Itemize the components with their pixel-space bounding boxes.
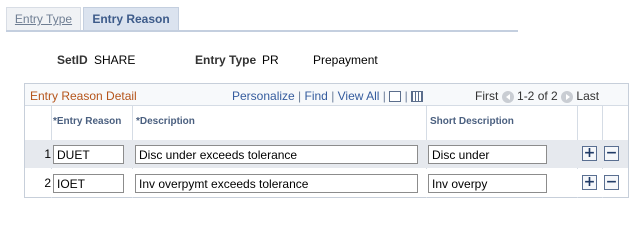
- view-all-link[interactable]: View All: [338, 89, 380, 103]
- grid-title: Entry Reason Detail: [30, 89, 137, 103]
- column-header-entry-reason[interactable]: *Entry Reason: [53, 116, 121, 127]
- column-header-description[interactable]: *Description: [136, 116, 195, 127]
- setid-label: SetID: [57, 53, 88, 67]
- description-input[interactable]: [135, 174, 418, 193]
- entry-reason-input[interactable]: [53, 145, 124, 164]
- download-grid-icon[interactable]: [411, 91, 424, 103]
- table-row: 1 + −: [25, 140, 628, 168]
- short-description-input[interactable]: [428, 174, 547, 193]
- tab-entry-type[interactable]: Entry Type: [6, 7, 81, 31]
- entry-type-label: Entry Type: [195, 53, 257, 67]
- table-row: 2 + −: [25, 169, 628, 197]
- entry-reason-input[interactable]: [53, 174, 124, 193]
- find-link[interactable]: Find: [305, 89, 328, 103]
- personalize-link[interactable]: Personalize: [232, 89, 295, 103]
- last-label[interactable]: Last: [576, 89, 599, 103]
- delete-row-button[interactable]: −: [604, 175, 619, 190]
- setid-value: SHARE: [94, 53, 136, 67]
- add-row-button[interactable]: +: [582, 146, 597, 161]
- tab-entry-reason[interactable]: Entry Reason: [83, 7, 179, 31]
- zoom-icon[interactable]: [389, 91, 402, 103]
- column-header-short-description[interactable]: Short Description: [430, 116, 514, 127]
- description-input[interactable]: [135, 145, 418, 164]
- row-number: 1: [44, 147, 51, 161]
- short-description-input[interactable]: [428, 145, 547, 164]
- delete-row-button[interactable]: −: [604, 146, 619, 161]
- tab-divider: [6, 30, 518, 32]
- first-label[interactable]: First: [475, 89, 498, 103]
- row-range: 1-2 of 2: [517, 89, 558, 103]
- add-row-button[interactable]: +: [582, 175, 597, 190]
- next-arrow-icon[interactable]: [561, 90, 574, 103]
- entry-type-value: PR: [262, 53, 279, 67]
- grid-header: Entry Reason Detail Personalize | Find |…: [25, 84, 628, 106]
- row-number: 2: [44, 176, 51, 190]
- previous-arrow-icon[interactable]: [501, 90, 514, 103]
- entry-type-description: Prepayment: [313, 53, 378, 67]
